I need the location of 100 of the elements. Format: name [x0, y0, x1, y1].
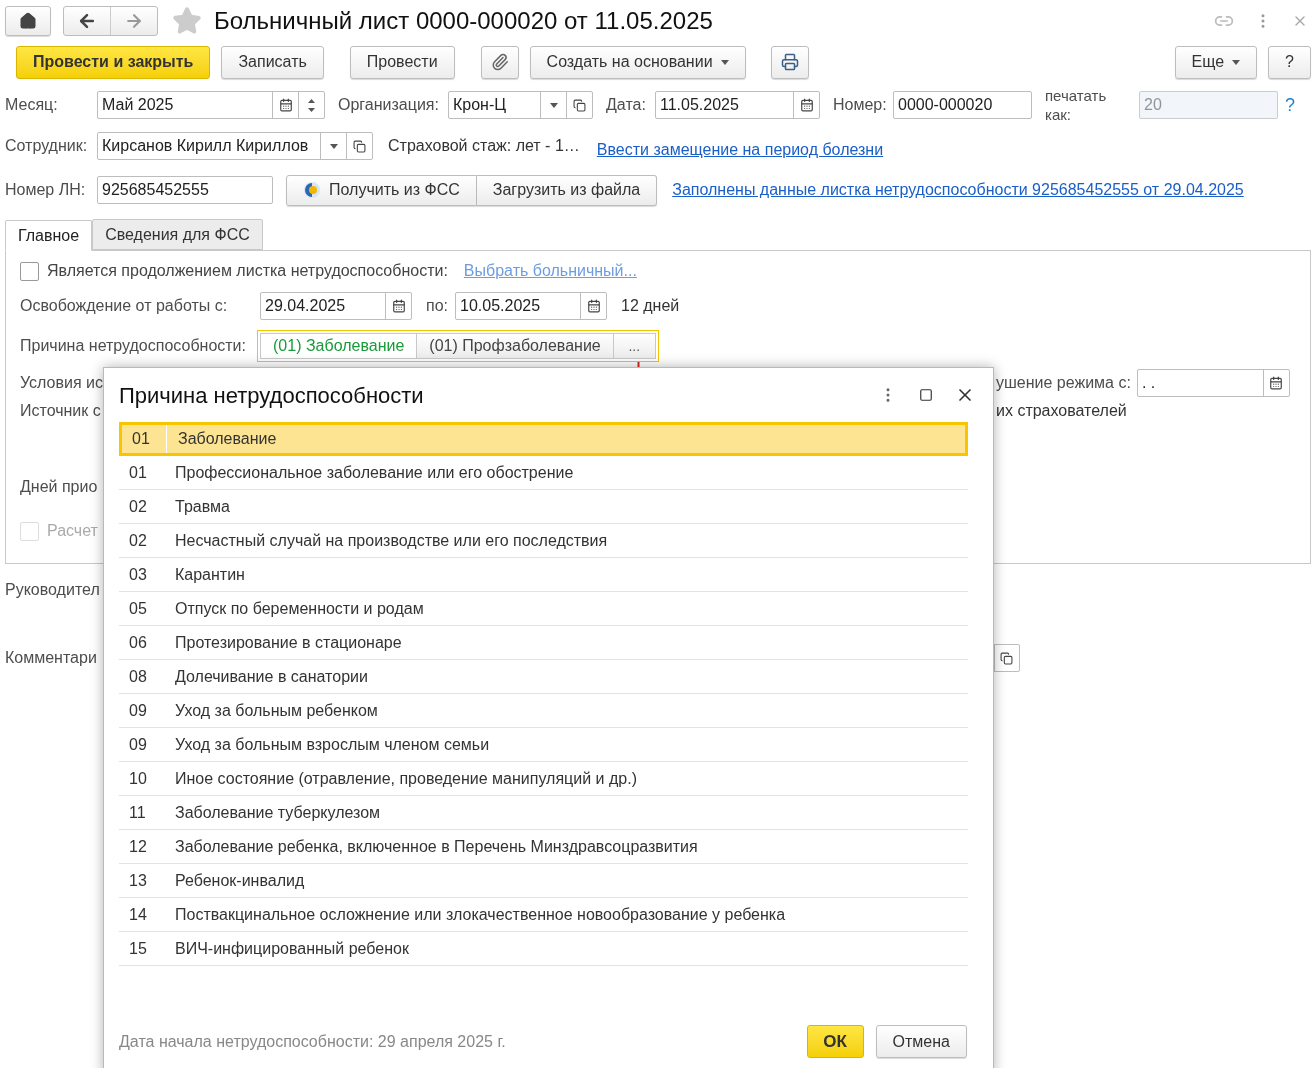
reason-option[interactable]: (01) Заболевание: [260, 333, 418, 359]
replacement-link[interactable]: Ввести замещение на период болезни: [596, 138, 884, 162]
caret-icon: [1232, 59, 1241, 65]
toolbar-button[interactable]: ?: [1268, 45, 1311, 79]
list-row[interactable]: 08 Долечивание в санатории: [119, 660, 968, 694]
field-label: Месяц:: [5, 95, 59, 115]
caret-icon: [720, 59, 729, 65]
code-cell-text: 08: [128, 666, 148, 687]
list-row[interactable]: 14 Поствакцинальное осложнение или злокачественное новообразование у ребенка: [119, 898, 968, 932]
filled-data-link[interactable]: Заполнены данные листка нетрудоспособности 925685452555 от 29.04.2025: [672, 178, 1244, 202]
home-icon: [19, 12, 37, 30]
list-row[interactable]: 13 Ребенок-инвалид: [119, 864, 968, 898]
code-cell-text: 12: [128, 836, 148, 857]
list-row[interactable]: 05 Отпуск по беременности и родам: [119, 592, 968, 626]
printer-icon: [780, 53, 799, 71]
post-and-close-button[interactable]: Провести и закрыть: [16, 45, 211, 79]
spinner-icon: [308, 98, 315, 112]
attach-button[interactable]: [480, 45, 519, 79]
code-cell-text: 02: [128, 496, 148, 517]
name-cell-text: Уход за больным ребенком: [174, 700, 378, 721]
violation-date-field[interactable]: . .: [1136, 369, 1290, 397]
checkbox-label: Является продолжением листка нетрудоспособности:: [47, 261, 448, 281]
field-label: Номер ЛН:: [5, 180, 87, 200]
toolbar-button[interactable]: Провести: [349, 45, 455, 79]
code-cell-text: 15: [128, 938, 148, 959]
list-row[interactable]: 09 Уход за больным ребенком: [119, 694, 968, 728]
list-row[interactable]: 11 Заболевание туберкулезом: [119, 796, 968, 830]
star-icon[interactable]: [172, 6, 202, 36]
list-row[interactable]: 02 Несчастный случай на производстве или его последствия: [119, 524, 968, 558]
name-cell-text: Протезирование в стационаре: [174, 632, 402, 653]
get-from-fss-button[interactable]: Получить из ФСС: [286, 174, 477, 206]
load-from-file-button[interactable]: Загрузить из файла: [476, 174, 658, 206]
open-icon: [353, 139, 366, 153]
field-label: Сотрудник:: [5, 136, 89, 156]
list-row[interactable]: 06 Протезирование в стационаре: [119, 626, 968, 660]
code-cell-text: 13: [128, 870, 148, 891]
days-count: 12 дней: [621, 296, 680, 316]
number-field[interactable]: 0000-000020: [893, 91, 1032, 119]
name-cell-text: Несчастный случай на производстве или его последствия: [174, 530, 608, 551]
reason-option[interactable]: (01) Профзаболевание: [417, 333, 614, 359]
field-label: Причина нетрудоспособности:: [20, 336, 247, 356]
back-icon: [77, 11, 97, 31]
field-label: Организация:: [338, 95, 440, 115]
list-row[interactable]: 03 Карантин: [119, 558, 968, 592]
code-cell-text: 09: [128, 700, 148, 721]
name-cell-text: Карантин: [174, 564, 245, 585]
code-cell-text: 14: [128, 904, 148, 925]
name-cell-text: Иное состояние (отравление, проведение манипуляций и др.): [174, 768, 637, 789]
release-from-field[interactable]: 29.04.2025: [260, 292, 412, 320]
list-row[interactable]: 02 Травма: [119, 490, 968, 524]
name-cell-text: Поствакцинальное осложнение или злокачественное новообразование у ребенка: [174, 904, 786, 925]
field-label: Дней прио: [20, 477, 98, 497]
insurance-period-text: Страховой стаж: лет - 1…: [388, 136, 580, 156]
organization-field[interactable]: Крон-Ц: [448, 91, 593, 119]
name-cell-text: Заболевание: [177, 429, 277, 449]
code-cell-text: 10: [128, 768, 148, 789]
open-icon: [1000, 651, 1014, 665]
menu-button[interactable]: Еще: [1174, 45, 1258, 79]
toolbar-button[interactable]: Записать: [221, 45, 324, 79]
field-label: Комментари: [5, 648, 97, 668]
field-label: Освобождение от работы с:: [20, 296, 229, 316]
more-button[interactable]: ...: [613, 333, 656, 359]
code-cell-text: 02: [128, 530, 148, 551]
home-button[interactable]: [5, 6, 51, 36]
list-row[interactable]: 12 Заболевание ребенка, включенное в Перечень Минздравсоцразвития: [119, 830, 968, 864]
name-cell-text: Долечивание в санатории: [174, 666, 368, 687]
name-cell-text: Отпуск по беременности и родам: [174, 598, 424, 619]
code-cell-text: 03: [128, 564, 148, 585]
name-cell-text: Профессиональное заболевание или его обострение: [174, 462, 574, 483]
name-cell-text: Заболевание ребенка, включенное в Перечень Минздравсоцразвития: [174, 836, 698, 857]
insurers-text: их страхователей: [996, 401, 1127, 421]
ok-button[interactable]: ОК: [806, 1025, 864, 1058]
code-cell-text: 11: [128, 802, 147, 823]
list-row[interactable]: 01 Профессиональное заболевание или его обострение: [119, 456, 968, 490]
ln-number-field[interactable]: 925685452555: [97, 176, 273, 204]
maximize-icon[interactable]: [919, 388, 933, 402]
code-cell-text: 09: [128, 734, 148, 755]
emblem-icon: [303, 181, 321, 199]
field-label: Номер:: [833, 95, 888, 115]
month-field[interactable]: Май 2025: [97, 91, 325, 119]
list-row[interactable]: 01 Заболевание: [119, 422, 968, 456]
release-to-field[interactable]: 10.05.2025: [455, 292, 607, 320]
list-row[interactable]: 15 ВИЧ-инфицированный ребенок: [119, 932, 968, 966]
menu-button[interactable]: Создать на основании: [529, 45, 746, 79]
cancel-button[interactable]: Отмена: [875, 1025, 967, 1058]
field-label: по:: [426, 296, 449, 316]
paperclip-icon: [490, 53, 509, 71]
date-field[interactable]: 11.05.2025: [655, 91, 820, 119]
name-cell-text: Заболевание туберкулезом: [174, 802, 381, 823]
dialog-title: Причина нетрудоспособности: [119, 381, 424, 410]
calendar-icon: [278, 98, 293, 112]
employee-field[interactable]: Кирсанов Кирилл Кириллов: [97, 132, 373, 160]
tab[interactable]: Сведения для ФСС: [92, 219, 263, 250]
caret-icon: [329, 143, 338, 149]
forward-icon: [124, 11, 144, 31]
list-row[interactable]: 09 Уход за больным взрослым членом семьи: [119, 728, 968, 762]
tab[interactable]: Главное: [5, 220, 93, 251]
print-button[interactable]: [770, 45, 809, 79]
list-row[interactable]: 10 Иное состояние (отравление, проведение манипуляций и др.): [119, 762, 968, 796]
checkbox[interactable]: [20, 261, 39, 281]
